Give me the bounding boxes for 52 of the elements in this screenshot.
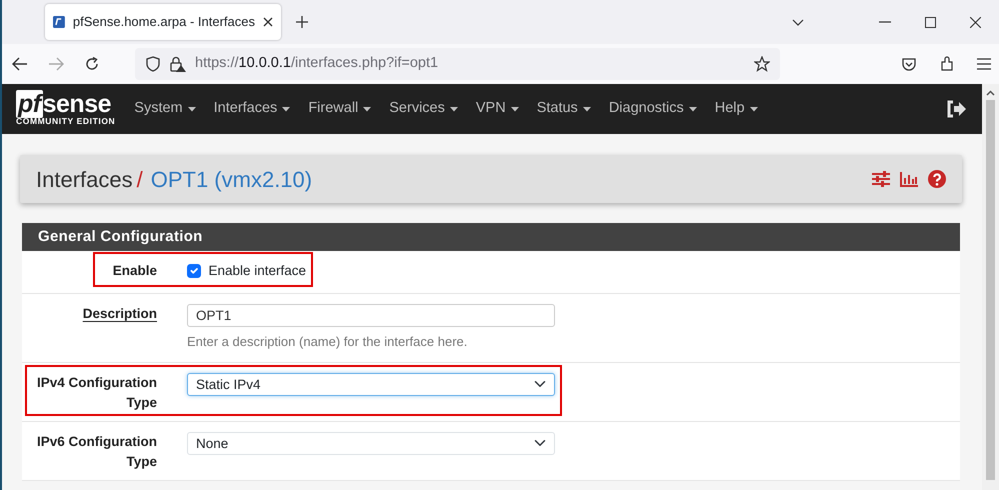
nav-menu[interactable]: System — [125, 98, 205, 120]
extensions-icon[interactable] — [939, 56, 955, 72]
checkbox[interactable] — [187, 264, 200, 278]
nav-menu[interactable]: Help — [706, 98, 767, 120]
bookmark-star-icon[interactable] — [754, 56, 770, 72]
breadcrumb-separator: / — [136, 166, 143, 194]
logout-icon[interactable] — [946, 100, 966, 118]
caret-icon — [688, 106, 697, 112]
panel-header: General Configuration — [22, 223, 960, 251]
breadcrumb-parent: Interfaces — [36, 166, 133, 194]
caret-icon — [750, 106, 758, 112]
shield-icon[interactable] — [145, 56, 161, 72]
nav-menu[interactable]: Firewall — [299, 98, 380, 120]
lock-warning-icon[interactable] — [169, 56, 187, 72]
field-label: Enable — [112, 263, 157, 278]
checkbox-label[interactable]: Enable interface — [208, 261, 306, 282]
bar-chart-icon[interactable] — [900, 172, 918, 186]
input-field[interactable]: OPT1 — [187, 304, 555, 328]
nav-menu[interactable]: Diagnostics — [600, 98, 706, 120]
scroll-up-icon[interactable] — [986, 90, 995, 96]
browser-tab[interactable]: pfSense.home.arpa - Interfaces — [45, 4, 281, 40]
pfsense-logo[interactable]: pfsense COMMUNITY EDITION — [16, 92, 116, 126]
pocket-icon[interactable] — [901, 56, 917, 72]
field-label: IPv6 Configuration Type — [36, 434, 157, 469]
reload-icon[interactable] — [84, 56, 100, 72]
dropdown[interactable]: None — [187, 432, 555, 455]
back-icon[interactable] — [12, 57, 28, 71]
sliders-icon[interactable] — [872, 171, 890, 187]
caret-icon — [188, 106, 196, 112]
tab-list-icon[interactable] — [792, 19, 804, 27]
caret-icon — [450, 106, 458, 112]
help-text: Enter a description (name) for the interface here. — [187, 333, 468, 352]
maximize-icon[interactable] — [925, 17, 936, 28]
dropdown[interactable]: Static IPv4 — [187, 372, 555, 396]
nav-menu[interactable]: Services — [380, 98, 467, 120]
nav-menu[interactable]: Status — [528, 98, 600, 120]
close-window-icon[interactable] — [970, 17, 981, 28]
scrollbar-thumb[interactable] — [986, 100, 995, 480]
menu-icon[interactable] — [977, 58, 991, 70]
caret-icon — [510, 106, 519, 112]
nav-menu[interactable]: Interfaces — [204, 98, 300, 120]
field-label-link[interactable]: Description — [82, 306, 157, 322]
help-icon[interactable] — [928, 170, 946, 188]
close-tab-icon[interactable] — [263, 17, 273, 27]
new-tab-icon[interactable] — [295, 15, 309, 29]
nav-menu[interactable]: VPN — [466, 98, 528, 120]
caret-icon — [282, 106, 290, 112]
field-label: IPv4 Configuration Type — [36, 374, 157, 410]
caret-icon — [582, 106, 591, 112]
caret-icon — [363, 106, 372, 112]
tab-title: pfSense.home.arpa - Interfaces — [72, 13, 255, 32]
site-icon — [53, 14, 65, 30]
